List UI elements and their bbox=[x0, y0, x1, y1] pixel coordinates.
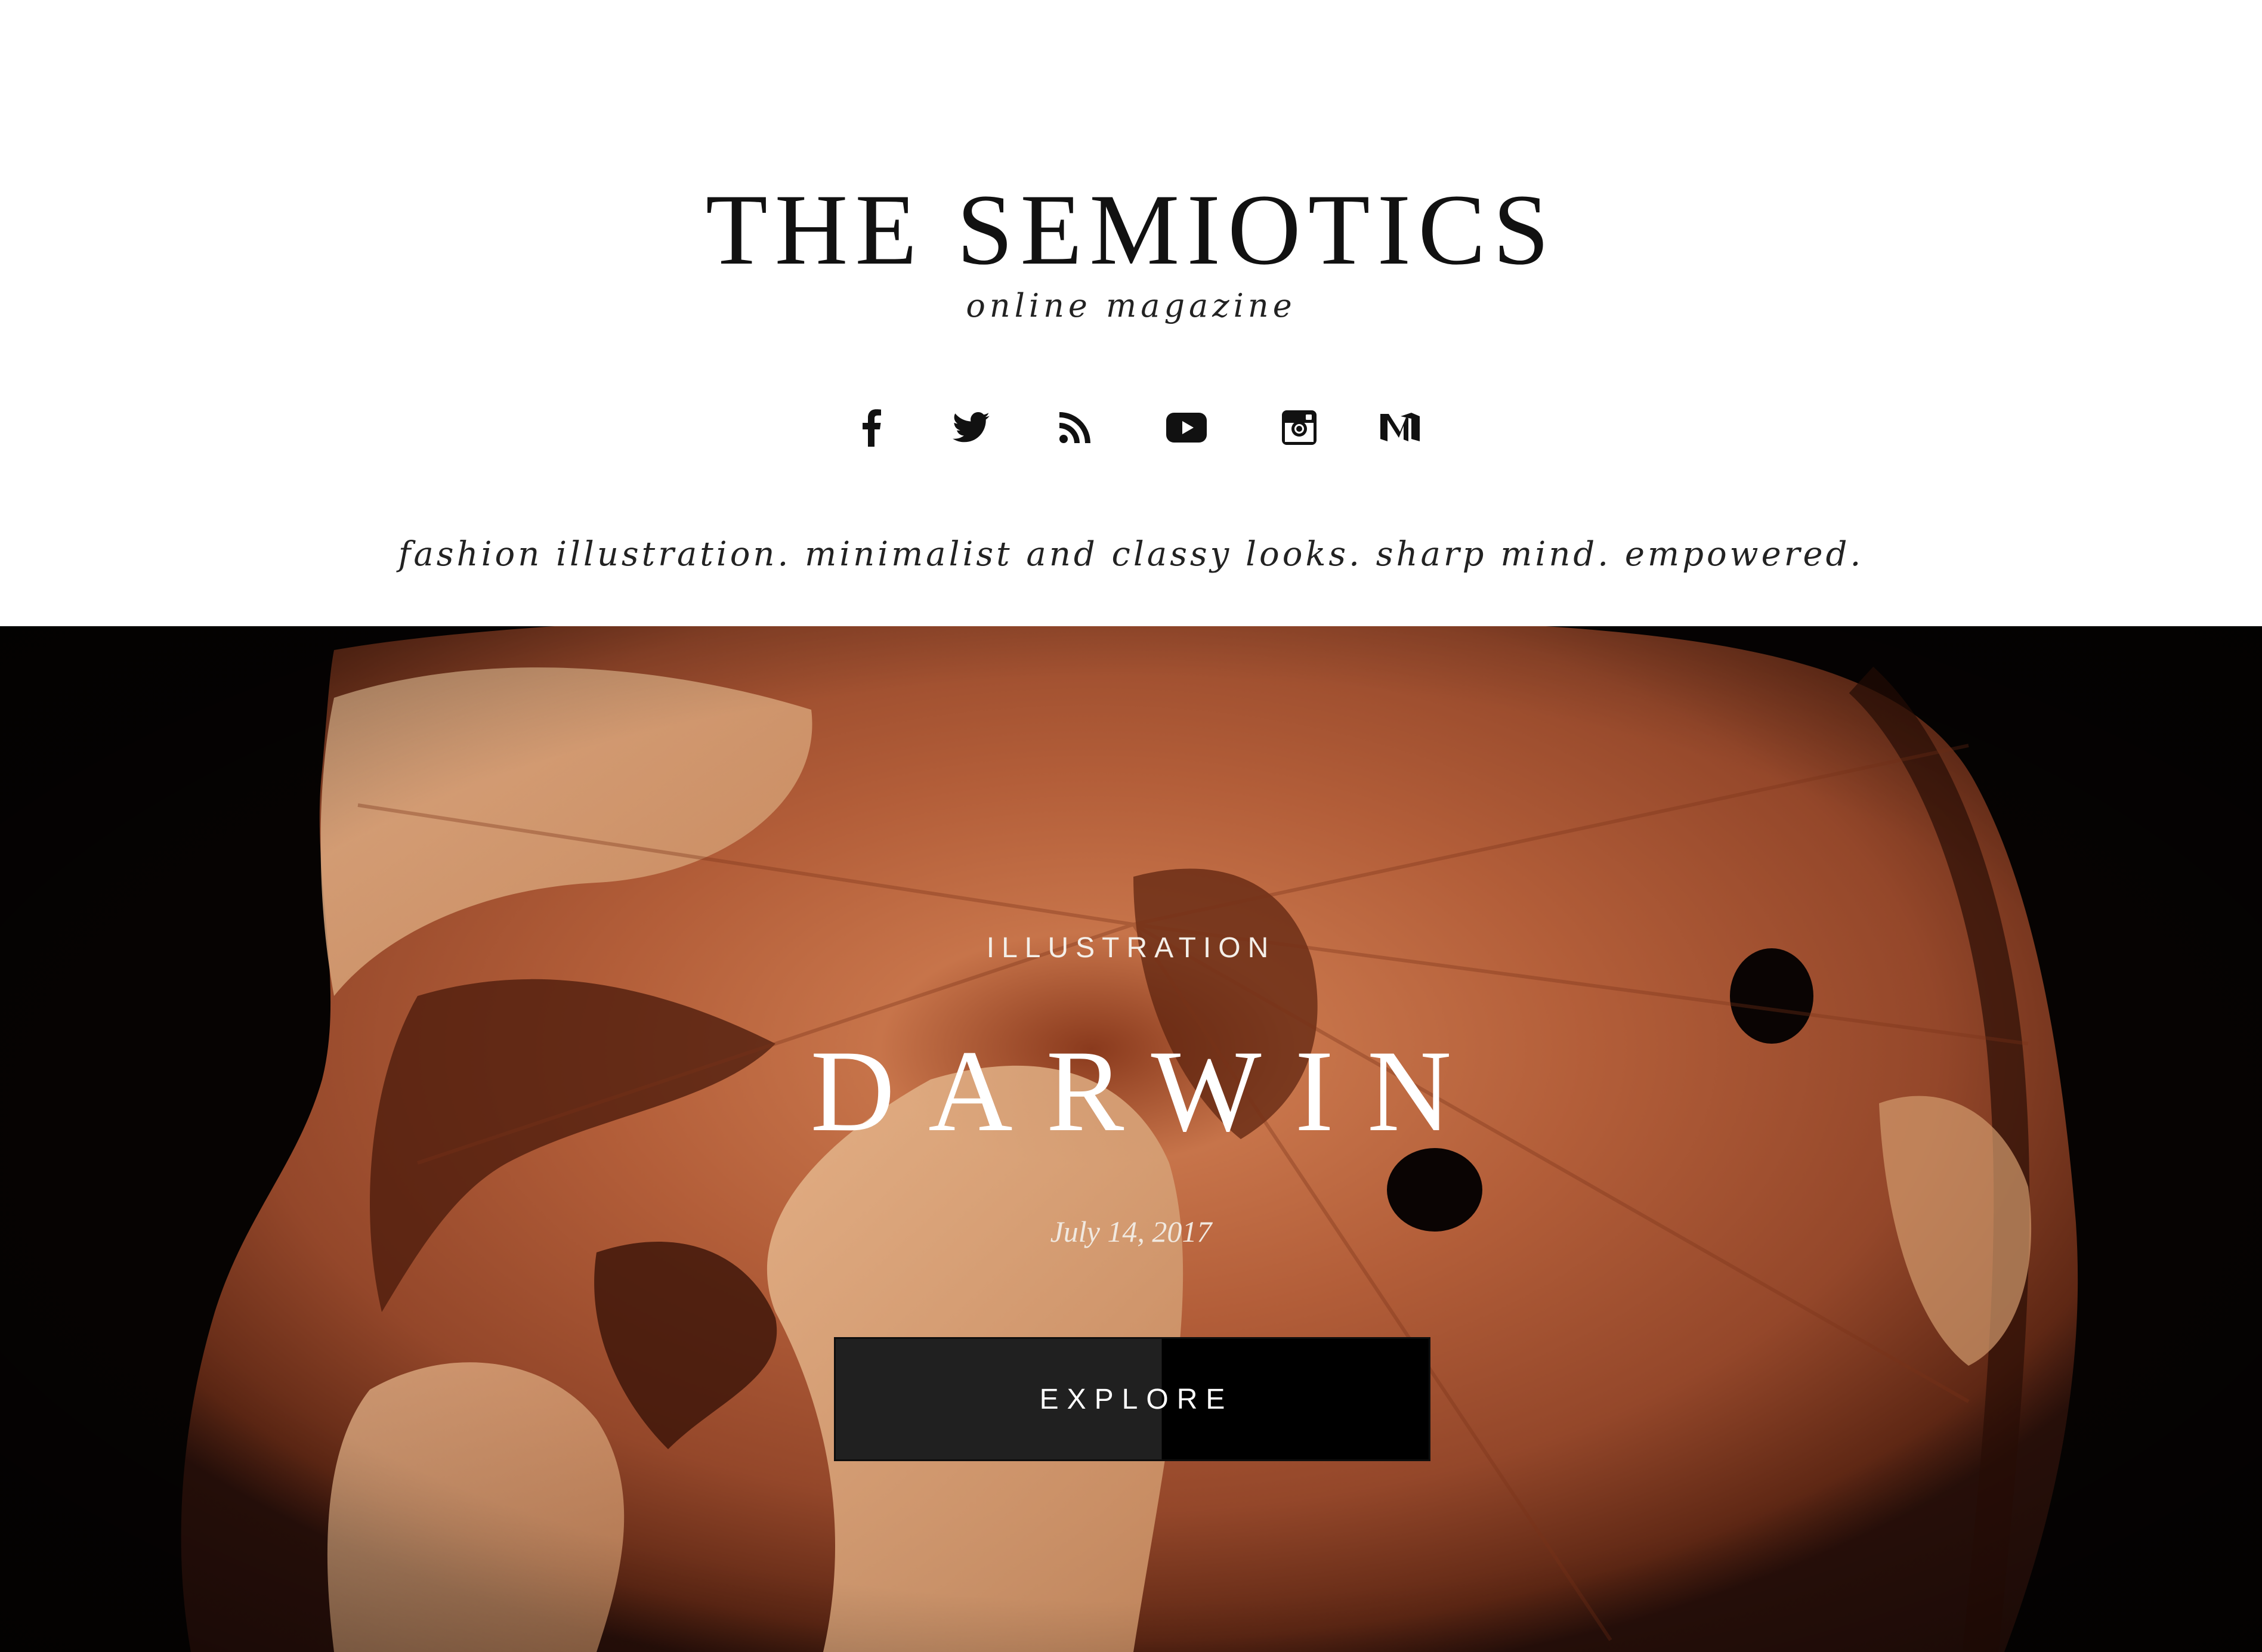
medium-icon[interactable] bbox=[1373, 401, 1427, 454]
twitter-icon[interactable] bbox=[944, 401, 998, 454]
site-header: THE SEMIOTICS online magazine fashion il… bbox=[0, 0, 2262, 626]
social-links bbox=[0, 401, 2262, 454]
site-subtitle: online magazine bbox=[966, 287, 1296, 324]
hero-date: July 14, 2017 bbox=[1050, 1215, 1212, 1248]
rss-icon[interactable] bbox=[1048, 401, 1102, 454]
instagram-icon[interactable] bbox=[1272, 401, 1326, 454]
explore-button[interactable]: EXPLORE bbox=[834, 1337, 1430, 1461]
site-title[interactable]: THE SEMIOTICS bbox=[0, 173, 2262, 286]
hero-category[interactable]: ILLUSTRATION bbox=[0, 930, 2262, 966]
youtube-icon[interactable] bbox=[1160, 401, 1213, 454]
tagline: fashion illustration. minimalist and cla… bbox=[398, 535, 1864, 574]
facebook-icon[interactable] bbox=[844, 401, 898, 454]
hero-title[interactable]: DARWIN bbox=[0, 1026, 2262, 1157]
